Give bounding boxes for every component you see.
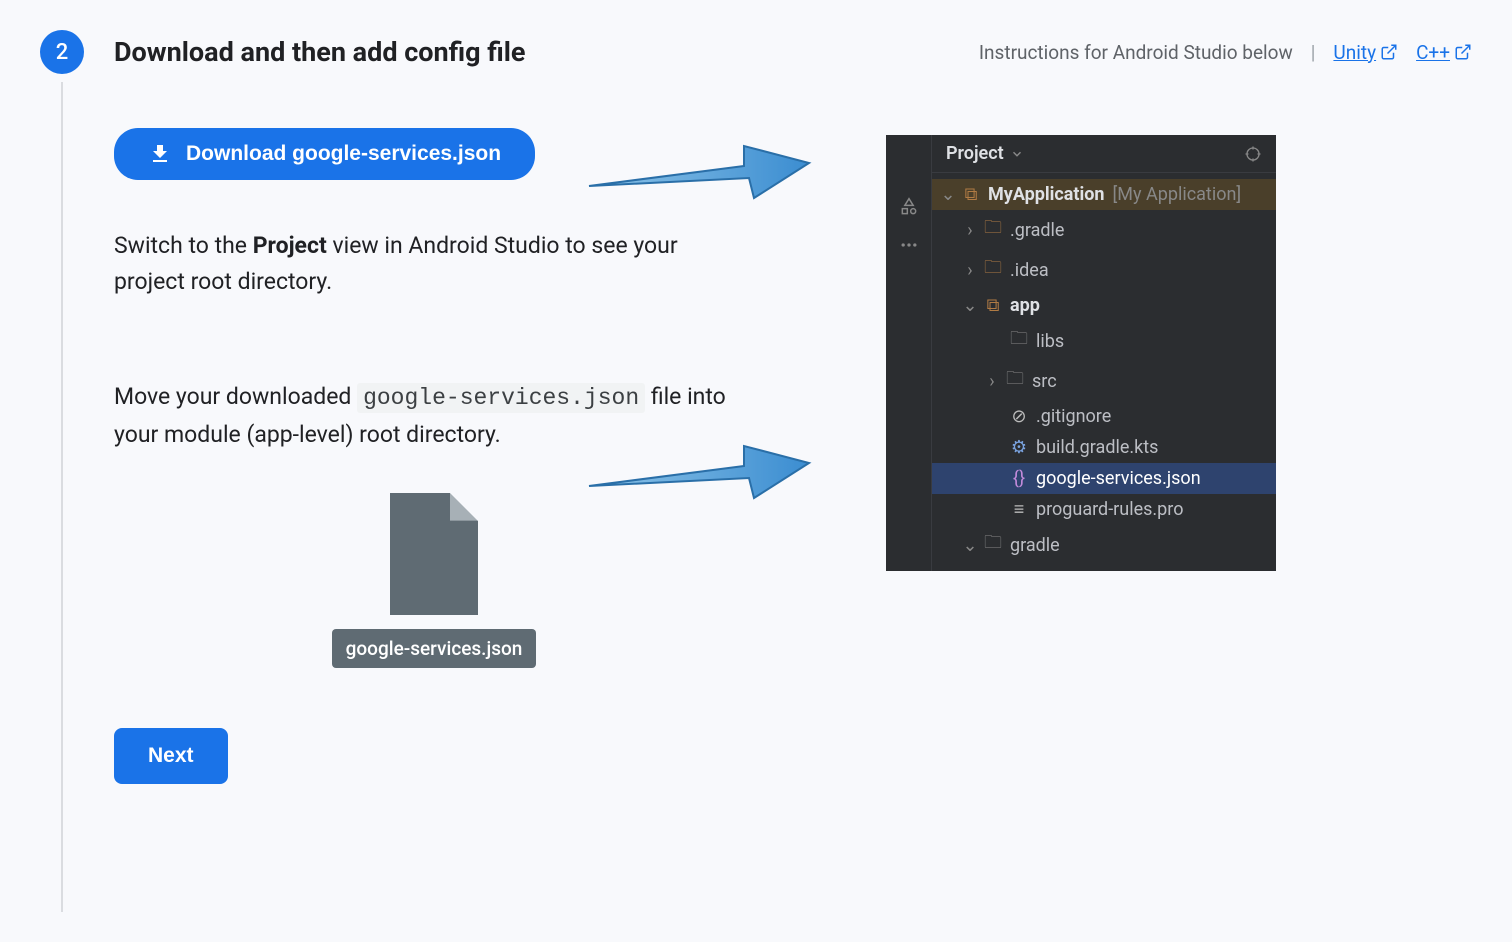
shapes-icon	[899, 197, 919, 217]
download-button-label: Download google-services.json	[186, 142, 501, 166]
chevron-right-icon: ›	[964, 220, 976, 241]
tree-row-idea[interactable]: › 🗀 .idea	[932, 250, 1276, 290]
tree-row-libs[interactable]: 🗀 libs	[932, 321, 1276, 361]
external-link-icon	[1454, 43, 1472, 61]
file-icon	[390, 493, 478, 615]
folder-icon: 🗀	[984, 530, 1002, 560]
chevron-right-icon: ›	[986, 371, 998, 392]
json-file-icon: {}	[1010, 468, 1028, 489]
file-illustration: google-services.json	[332, 493, 537, 668]
ide-project-panel: Project ⌄ ⧉ MyApplication	[886, 135, 1276, 571]
tree-row-root[interactable]: ⌄ ⧉ MyApplication [My Application]	[932, 179, 1276, 210]
chevron-down-icon	[1010, 147, 1024, 161]
unity-link[interactable]: Unity	[1333, 41, 1398, 64]
next-button[interactable]: Next	[114, 728, 228, 784]
tree-row-build-gradle[interactable]: ⚙ build.gradle.kts	[932, 432, 1276, 463]
folder-icon: 🗀	[984, 215, 1002, 245]
instruction-para-2: Move your downloaded google-services.jso…	[114, 379, 754, 452]
chevron-down-icon: ⌄	[964, 295, 976, 316]
instruction-para-1: Switch to the Project view in Android St…	[114, 228, 754, 299]
text-file-icon: ≡	[1010, 499, 1028, 520]
cpp-link-label: C++	[1416, 41, 1450, 64]
config-filename-code: google-services.json	[357, 383, 645, 413]
chevron-right-icon: ›	[964, 260, 976, 281]
module-folder-icon: ⧉	[984, 295, 1002, 316]
unity-link-label: Unity	[1333, 41, 1376, 64]
target-icon[interactable]	[1244, 145, 1262, 163]
project-tree: ⌄ ⧉ MyApplication [My Application] › 🗀 .…	[932, 173, 1276, 571]
tree-row-gradle[interactable]: › 🗀 .gradle	[932, 210, 1276, 250]
tree-row-proguard[interactable]: ≡ proguard-rules.pro	[932, 494, 1276, 525]
instructions-label: Instructions for Android Studio below	[979, 41, 1293, 64]
more-icon	[899, 235, 919, 255]
tree-row-gitignore[interactable]: ⊘ .gitignore	[932, 401, 1276, 432]
tree-row-src[interactable]: › 🗀 src	[932, 361, 1276, 401]
ide-pane-title[interactable]: Project	[946, 143, 1024, 164]
file-label: google-services.json	[332, 629, 537, 668]
download-icon	[148, 142, 172, 166]
chevron-down-icon: ⌄	[942, 184, 954, 205]
cpp-link[interactable]: C++	[1416, 41, 1472, 64]
tree-row-app[interactable]: ⌄ ⧉ app	[932, 290, 1276, 321]
ignore-file-icon: ⊘	[1010, 406, 1028, 427]
gradle-file-icon: ⚙	[1010, 437, 1028, 458]
module-folder-icon: ⧉	[962, 184, 980, 205]
external-link-icon	[1380, 43, 1398, 61]
chevron-down-icon: ⌄	[964, 535, 976, 556]
step-connector-line	[61, 82, 63, 912]
step-number-badge: 2	[40, 30, 84, 74]
download-button[interactable]: Download google-services.json	[114, 128, 535, 180]
tree-row-gradle-folder[interactable]: ⌄ 🗀 gradle	[932, 525, 1276, 565]
folder-icon: 🗀	[1010, 326, 1028, 356]
divider: |	[1311, 41, 1316, 64]
step-title: Download and then add config file	[114, 36, 525, 68]
folder-icon: 🗀	[984, 255, 1002, 285]
tree-row-google-services[interactable]: {} google-services.json	[932, 463, 1276, 494]
folder-icon: 🗀	[1006, 366, 1024, 396]
